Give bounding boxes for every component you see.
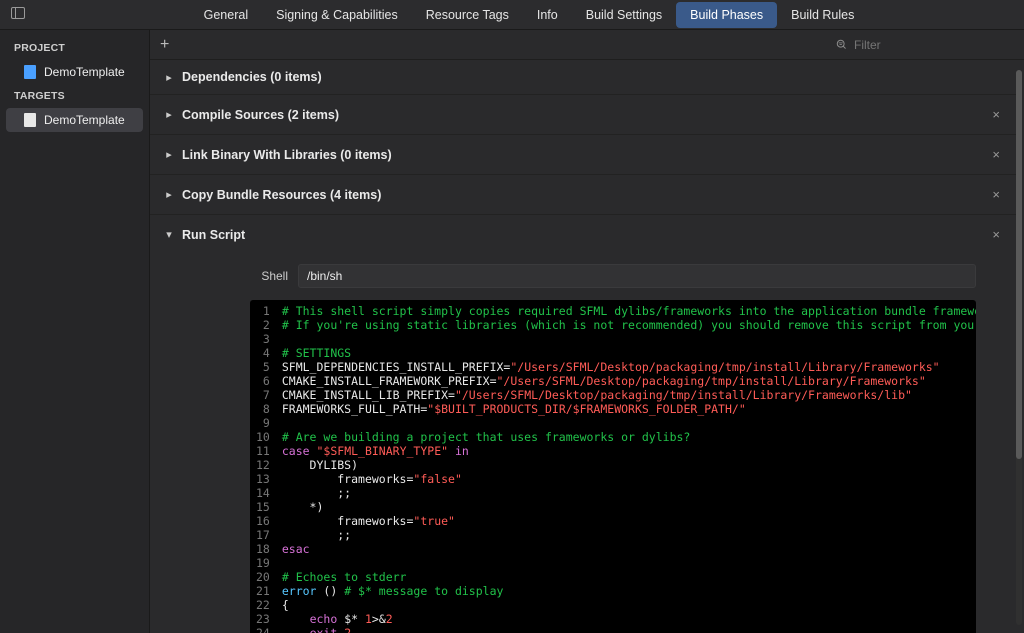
sidebar-project-item[interactable]: DemoTemplate <box>0 60 149 84</box>
sidebar-item-label: DemoTemplate <box>44 65 125 79</box>
sidebar-toggle-icon[interactable] <box>11 7 25 22</box>
phase-title: Run Script <box>182 228 245 242</box>
tab-resource-tags[interactable]: Resource Tags <box>412 2 523 28</box>
phase-run-script: ▾ Run Script × Shell 12345678910111213141516… <box>150 215 1020 633</box>
sidebar-header-targets: TARGETS <box>0 84 149 108</box>
phase-title: Compile Sources (2 items) <box>182 108 339 122</box>
tab-signing-capabilities[interactable]: Signing & Capabilities <box>262 2 412 28</box>
tab-general[interactable]: General <box>190 2 262 28</box>
tab-info[interactable]: Info <box>523 2 572 28</box>
shell-input[interactable] <box>298 264 976 288</box>
phase-dependencies: ▸ Dependencies (0 items) <box>150 60 1020 95</box>
phase-compile-sources: ▸ Compile Sources (2 items) × <box>150 95 1020 135</box>
sidebar-header-project: PROJECT <box>0 36 149 60</box>
chevron-down-icon: ▾ <box>164 228 174 241</box>
run-script-body: Shell 12345678910111213141516171819202122… <box>150 254 1020 633</box>
chevron-right-icon: ▸ <box>164 71 174 84</box>
phase-title: Copy Bundle Resources (4 items) <box>182 188 381 202</box>
code-lines[interactable]: # This shell script simply copies requir… <box>278 300 976 633</box>
filter-field[interactable] <box>835 38 1014 52</box>
tab-build-phases[interactable]: Build Phases <box>676 2 777 28</box>
phase-header-dependencies[interactable]: ▸ Dependencies (0 items) <box>150 60 1020 94</box>
phase-link-binary: ▸ Link Binary With Libraries (0 items) × <box>150 135 1020 175</box>
phase-header-run-script[interactable]: ▾ Run Script × <box>150 215 1020 254</box>
phase-header-copy-bundle[interactable]: ▸ Copy Bundle Resources (4 items) × <box>150 175 1020 214</box>
line-gutter: 123456789101112131415161718192021222324 <box>250 300 278 633</box>
phases-toolbar: + <box>150 30 1024 60</box>
sidebar-item-label: DemoTemplate <box>44 113 125 127</box>
remove-phase-button[interactable]: × <box>986 185 1006 204</box>
phase-title: Dependencies (0 items) <box>182 70 322 84</box>
build-phases-list: ▸ Dependencies (0 items) ▸ Compile Sources … <box>150 60 1024 633</box>
sidebar-target-item[interactable]: DemoTemplate <box>6 108 143 132</box>
app-target-icon <box>24 113 36 127</box>
phase-header-compile-sources[interactable]: ▸ Compile Sources (2 items) × <box>150 95 1020 134</box>
phase-header-link-binary[interactable]: ▸ Link Binary With Libraries (0 items) × <box>150 135 1020 174</box>
tab-build-rules[interactable]: Build Rules <box>777 2 868 28</box>
chevron-right-icon: ▸ <box>164 148 174 161</box>
tab-build-settings[interactable]: Build Settings <box>572 2 676 28</box>
xcodeproj-icon <box>24 65 36 79</box>
filter-icon <box>835 38 848 51</box>
editor-main: + ▸ Dependencies (0 items) ▸ Compile Source… <box>150 30 1024 633</box>
phase-title: Link Binary With Libraries (0 items) <box>182 148 392 162</box>
script-editor[interactable]: 123456789101112131415161718192021222324#… <box>250 300 976 633</box>
add-phase-button[interactable]: + <box>160 36 176 54</box>
chevron-right-icon: ▸ <box>164 108 174 121</box>
shell-label: Shell <box>250 269 288 283</box>
top-tabbar: GeneralSigning & CapabilitiesResource Ta… <box>0 0 1024 30</box>
remove-phase-button[interactable]: × <box>986 145 1006 164</box>
remove-phase-button[interactable]: × <box>986 105 1006 124</box>
chevron-right-icon: ▸ <box>164 188 174 201</box>
filter-input[interactable] <box>854 38 1014 52</box>
phase-copy-bundle: ▸ Copy Bundle Resources (4 items) × <box>150 175 1020 215</box>
project-navigator-sidebar: PROJECT DemoTemplate TARGETS DemoTemplat… <box>0 30 150 633</box>
remove-phase-button[interactable]: × <box>986 225 1006 244</box>
vertical-scrollbar[interactable] <box>1016 70 1022 625</box>
